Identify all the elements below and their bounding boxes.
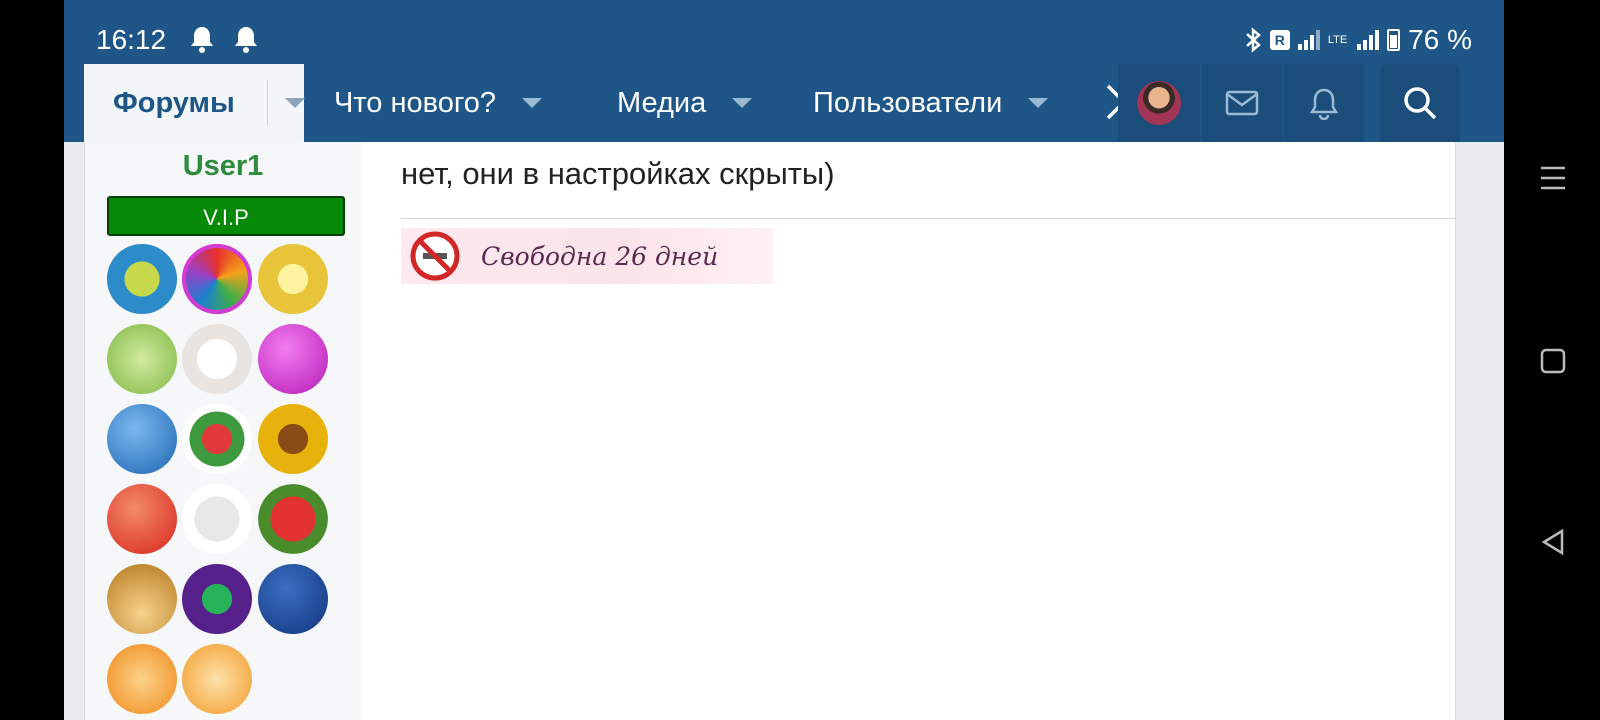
award-medal-icon[interactable] xyxy=(258,244,328,314)
tab-media[interactable]: Медиа xyxy=(617,64,753,142)
chevron-down-icon[interactable] xyxy=(1028,98,1049,108)
award-bird-icon[interactable] xyxy=(107,404,177,474)
award-monogram-icon[interactable] xyxy=(182,324,252,394)
award-first-place-icon[interactable] xyxy=(107,324,177,394)
award-bouquet-icon[interactable] xyxy=(258,484,328,554)
award-binoculars-icon[interactable] xyxy=(182,484,252,554)
award-badge-icon[interactable] xyxy=(107,244,177,314)
status-time: 16:12 xyxy=(96,24,167,55)
award-christmas-stocking-icon[interactable] xyxy=(182,404,252,474)
chevron-down-icon[interactable] xyxy=(522,98,543,108)
award-people-icon[interactable] xyxy=(258,564,328,634)
network-label: LTE xyxy=(1327,34,1348,46)
battery-level: 76 % xyxy=(1408,24,1472,55)
android-navigation-bar xyxy=(1504,0,1600,720)
award-book-icon[interactable] xyxy=(182,644,252,714)
user-signature: Свободна 26 дней xyxy=(401,228,773,284)
post-message: нет, они в настройках скрыты) xyxy=(401,156,835,191)
forum-post: User1 V.I.P нет, они в настройках скрыты… xyxy=(84,142,1456,720)
username-link[interactable]: User1 xyxy=(85,150,361,183)
tab-whats-new-label: Что нового? xyxy=(334,86,497,119)
tab-users-label: Пользователи xyxy=(813,86,1003,119)
roaming-badge: R xyxy=(1269,30,1290,50)
award-mountain-icon[interactable] xyxy=(107,564,177,634)
award-team-icon[interactable] xyxy=(107,644,177,714)
search-button[interactable] xyxy=(1380,64,1460,142)
signature-text: Свободна 26 дней xyxy=(481,241,719,271)
award-purple-icon[interactable] xyxy=(258,324,328,394)
inbox-button[interactable] xyxy=(1202,64,1282,142)
envelope-icon xyxy=(1225,90,1259,116)
tab-whats-new[interactable]: Что нового? xyxy=(334,64,543,142)
status-icons: R LTE 76 % xyxy=(1244,24,1472,56)
bell-icon xyxy=(235,27,257,53)
divider xyxy=(267,80,268,126)
tab-media-label: Медиа xyxy=(617,86,707,119)
award-dance-icon[interactable] xyxy=(182,244,252,314)
battery-charging-icon xyxy=(1387,29,1401,51)
back-button-icon[interactable] xyxy=(1540,528,1566,556)
search-icon xyxy=(1404,87,1437,120)
award-power-icon[interactable] xyxy=(182,564,252,634)
bluetooth-icon xyxy=(1245,27,1261,53)
signal-icon xyxy=(1297,30,1320,50)
chevron-down-icon[interactable] xyxy=(732,98,753,108)
chevron-down-icon[interactable] xyxy=(285,98,305,108)
top-navigation: Форумы Что нового? Медиа Пользователи xyxy=(64,64,1504,142)
account-button[interactable] xyxy=(1118,64,1200,142)
no-smoking-icon xyxy=(410,231,460,281)
user-title-badge: V.I.P xyxy=(107,196,345,236)
alerts-button[interactable] xyxy=(1284,64,1364,142)
bell-icon xyxy=(1309,88,1339,120)
bell-icon xyxy=(191,27,213,53)
signal-icon xyxy=(1357,30,1380,50)
phone-screen: 16:12 R LTE 76 % Форумы Что нового? Меди… xyxy=(64,0,1504,720)
award-star-icon[interactable] xyxy=(258,404,328,474)
tab-forums[interactable]: Форумы xyxy=(84,64,305,142)
award-tomato-icon[interactable] xyxy=(107,484,177,554)
recent-apps-icon[interactable] xyxy=(1540,166,1566,190)
avatar xyxy=(1137,81,1181,125)
user-info-panel: User1 V.I.P xyxy=(85,142,361,720)
tab-forums-label: Форумы xyxy=(113,86,235,119)
signature-divider xyxy=(401,218,1455,219)
tab-users[interactable]: Пользователи xyxy=(813,64,1049,142)
home-button-icon[interactable] xyxy=(1540,348,1566,374)
